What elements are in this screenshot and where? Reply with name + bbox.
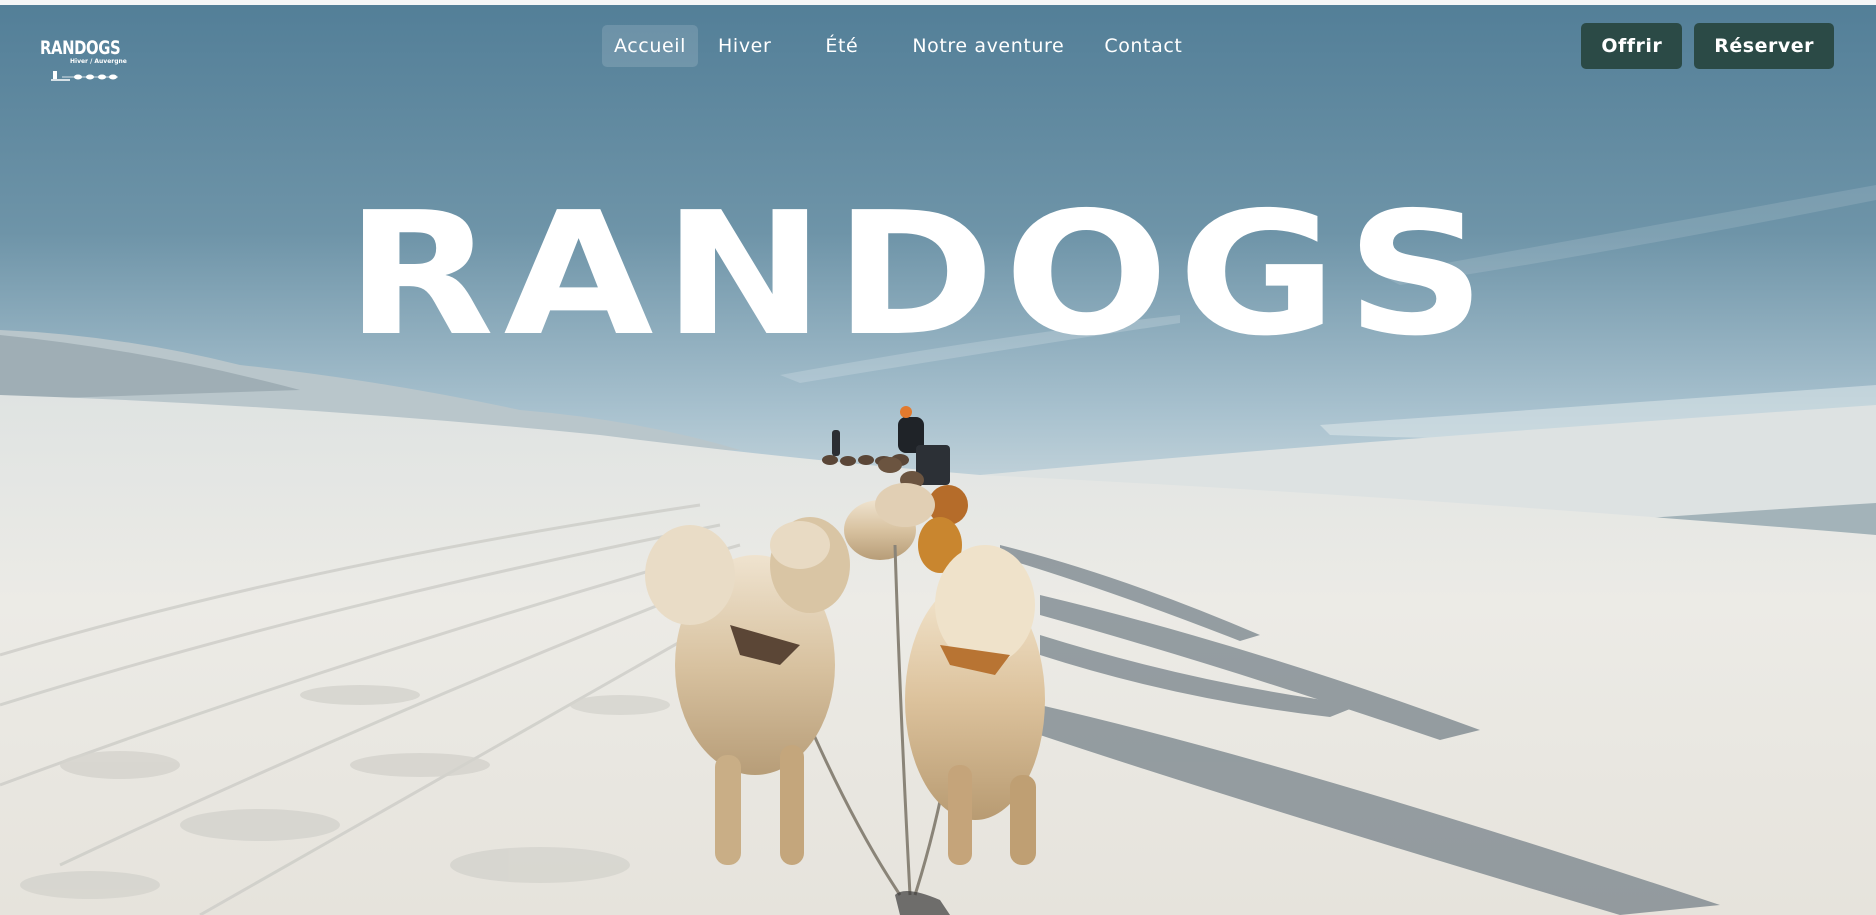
top-border [0, 0, 1876, 5]
nav-item-ete[interactable]: Été [813, 25, 870, 67]
hero-image-sled-dogs-in-snow [0, 5, 1876, 915]
hero-title: RANDOGS [345, 176, 1495, 374]
hero-photo [0, 5, 1876, 915]
logo-title: RANDOGS [40, 37, 121, 59]
nav-item-hiver[interactable]: Hiver [706, 25, 783, 67]
book-button[interactable]: Réserver [1694, 23, 1834, 69]
sled-dogs-logo-icon [51, 71, 118, 81]
main-navigation: Accueil Hiver Été Notre aventure Contact [602, 23, 1194, 69]
brand-logo[interactable]: RANDOGS Hiver / Auvergne [40, 37, 127, 88]
nav-item-contact[interactable]: Contact [1092, 25, 1194, 67]
logo-subtitle: Hiver / Auvergne [70, 58, 127, 65]
header-actions: Offrir Réserver [1581, 23, 1834, 69]
page: RANDOGS Hiver / Auvergne Accueil Hiver É… [0, 0, 1876, 915]
nav-item-notre-aventure[interactable]: Notre aventure [900, 25, 1076, 67]
nav-item-accueil[interactable]: Accueil [602, 25, 699, 67]
offer-button[interactable]: Offrir [1581, 23, 1683, 69]
site-header: RANDOGS Hiver / Auvergne Accueil Hiver É… [0, 5, 1876, 85]
